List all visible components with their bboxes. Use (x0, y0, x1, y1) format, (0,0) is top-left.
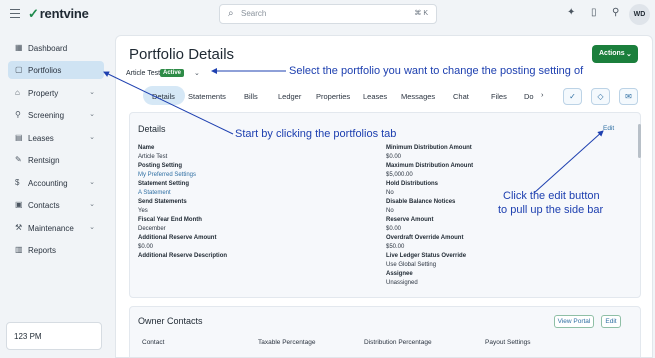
annotation-click-edit-2: to pull up the side bar (498, 204, 604, 216)
arrow-to-edit-link (533, 130, 604, 194)
arrow-to-portfolios-tab (103, 71, 234, 135)
annotation-start-clicking: Start by clicking the portfolios tab (235, 128, 397, 140)
annotation-click-edit-1: Click the edit button (503, 190, 600, 202)
annotation-select-portfolio: Select the portfolio you want to change … (289, 65, 584, 77)
annotation-arrows (103, 68, 604, 194)
